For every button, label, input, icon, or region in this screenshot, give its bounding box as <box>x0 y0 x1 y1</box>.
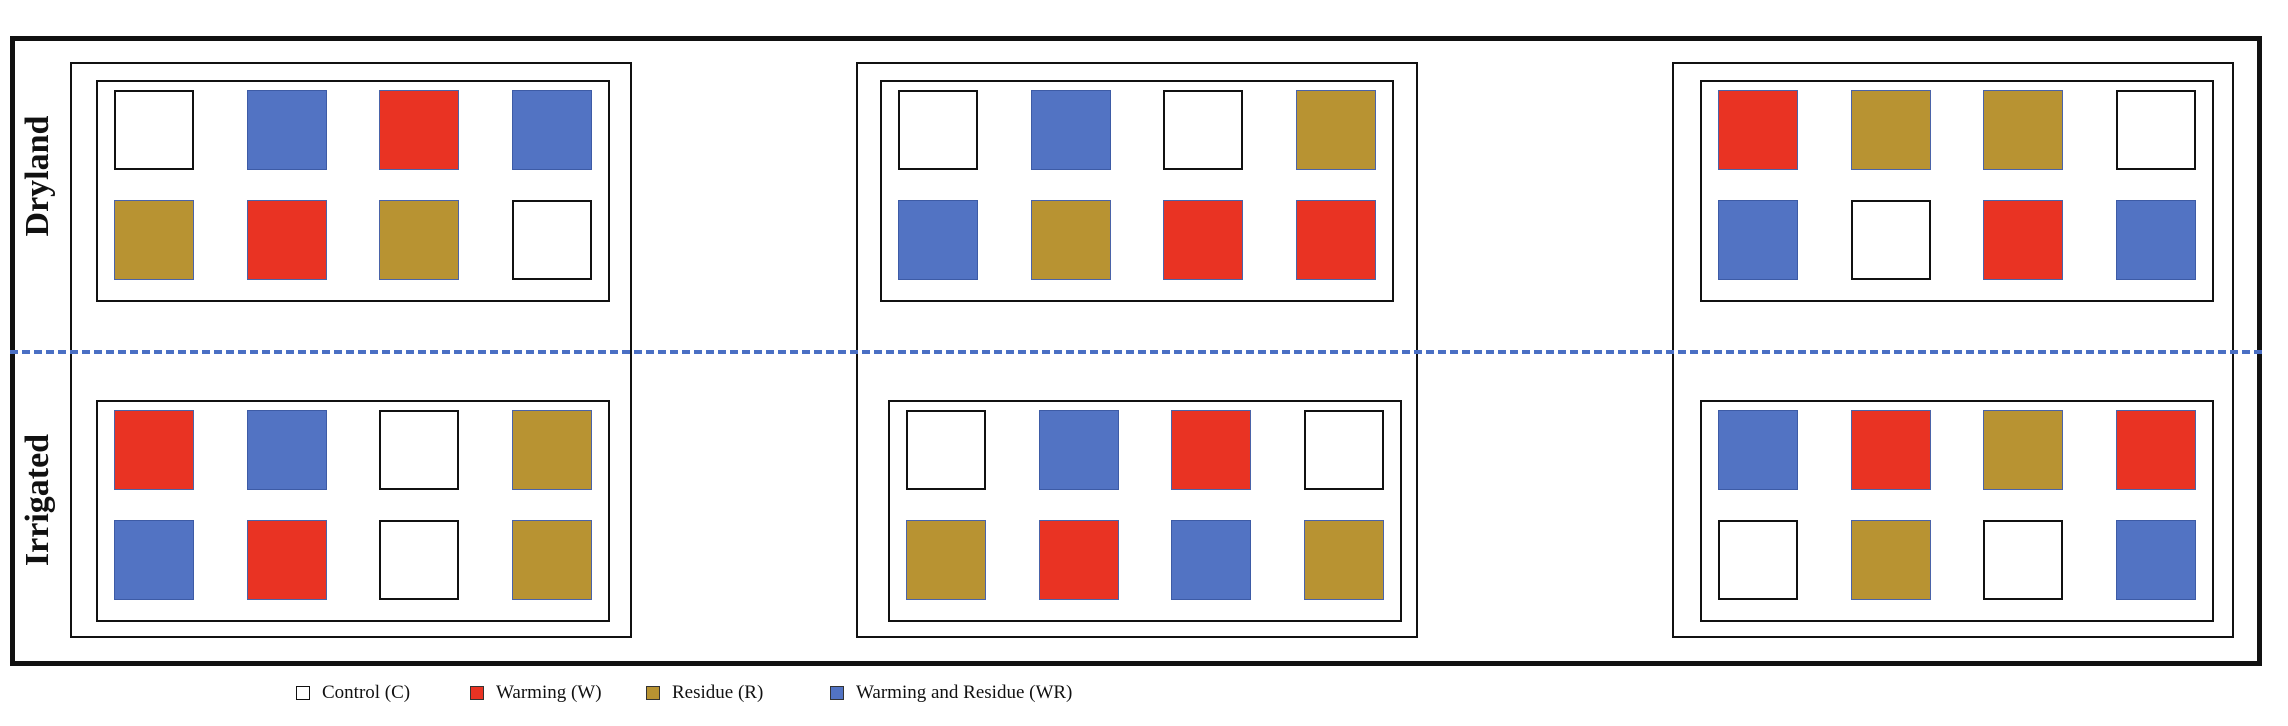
legend-swatch-control <box>296 686 310 700</box>
legend-swatch-warming-residue <box>830 686 844 700</box>
legend-swatch-warming <box>470 686 484 700</box>
dryland-plot-warming <box>1296 200 1376 280</box>
row-label-dryland: Dryland <box>19 115 56 237</box>
irrigated-plot-residue <box>1983 410 2064 490</box>
dryland-plot-warming <box>1163 200 1244 280</box>
row-label-irrigated: Irrigated <box>19 433 56 567</box>
legend-label-control: Control (C) <box>322 682 411 703</box>
dryland-plot-residue <box>1296 90 1376 170</box>
legend-item-residue: Residue (R) <box>646 682 763 704</box>
dryland-plot-warming <box>379 90 460 170</box>
irrigated-plot-warming-residue <box>246 410 327 490</box>
irrigated-plot-warming-residue <box>1171 520 1252 600</box>
irrigated-plot-control <box>379 410 460 490</box>
dryland-plot-residue <box>114 200 194 280</box>
legend-label-warming-residue: Warming and Residue (WR) <box>856 682 1073 703</box>
legend-label-warming: Warming (W) <box>496 682 602 703</box>
dryland-plot-warming-residue <box>512 90 592 170</box>
legend-label-residue: Residue (R) <box>672 682 764 703</box>
irrigated-plot-warming <box>1171 410 1252 490</box>
irrigated-plot-warming-residue <box>1718 410 1798 490</box>
dryland-plot-control <box>1850 200 1931 280</box>
irrigated-plot-warming <box>246 520 327 600</box>
dryland-plot-warming-residue <box>898 200 978 280</box>
irrigated-plot-warming-residue <box>2116 520 2196 600</box>
legend-item-control: Control (C) <box>296 682 410 704</box>
irrigated-plot-control <box>1718 520 1798 600</box>
dryland-plot-residue <box>1030 200 1111 280</box>
legend-item-warming-residue: Warming and Residue (WR) <box>830 682 1072 704</box>
irrigated-plot-control <box>379 520 460 600</box>
irrigated-plot-residue <box>906 520 986 600</box>
legend-item-warming: Warming (W) <box>470 682 602 704</box>
dryland-plot-warming <box>246 200 327 280</box>
irrigated-plot-warming-residue <box>114 520 194 600</box>
dryland-plot-control <box>114 90 194 170</box>
dryland-plot-warming-residue <box>246 90 327 170</box>
irrigated-plot-warming <box>2116 410 2196 490</box>
dryland-plot-control <box>1163 90 1244 170</box>
dryland-plot-warming-residue <box>1030 90 1111 170</box>
irrigated-plot-warming <box>114 410 194 490</box>
irrigated-plot-warming <box>1038 520 1119 600</box>
irrigated-plot-warming <box>1850 410 1931 490</box>
dryland-plot-control <box>512 200 592 280</box>
irrigated-plot-residue <box>1304 520 1384 600</box>
dryland-plot-warming <box>1983 200 2064 280</box>
dryland-plot-residue <box>1850 90 1931 170</box>
irrigated-plot-warming-residue <box>1038 410 1119 490</box>
dryland-plot-warming <box>1718 90 1798 170</box>
irrigated-plot-residue <box>512 520 592 600</box>
irrigated-plot-control <box>906 410 986 490</box>
dryland-plot-control <box>898 90 978 170</box>
irrigated-plot-residue <box>512 410 592 490</box>
dryland-plot-residue <box>379 200 460 280</box>
dryland-plot-warming-residue <box>1718 200 1798 280</box>
dryland-plot-residue <box>1983 90 2064 170</box>
dryland-plot-warming-residue <box>2116 200 2196 280</box>
dryland-plot-control <box>2116 90 2196 170</box>
legend-swatch-residue <box>646 686 660 700</box>
irrigated-plot-control <box>1983 520 2064 600</box>
irrigated-plot-control <box>1304 410 1384 490</box>
irrigated-plot-residue <box>1850 520 1931 600</box>
dryland-irrigated-divider <box>10 350 2262 354</box>
